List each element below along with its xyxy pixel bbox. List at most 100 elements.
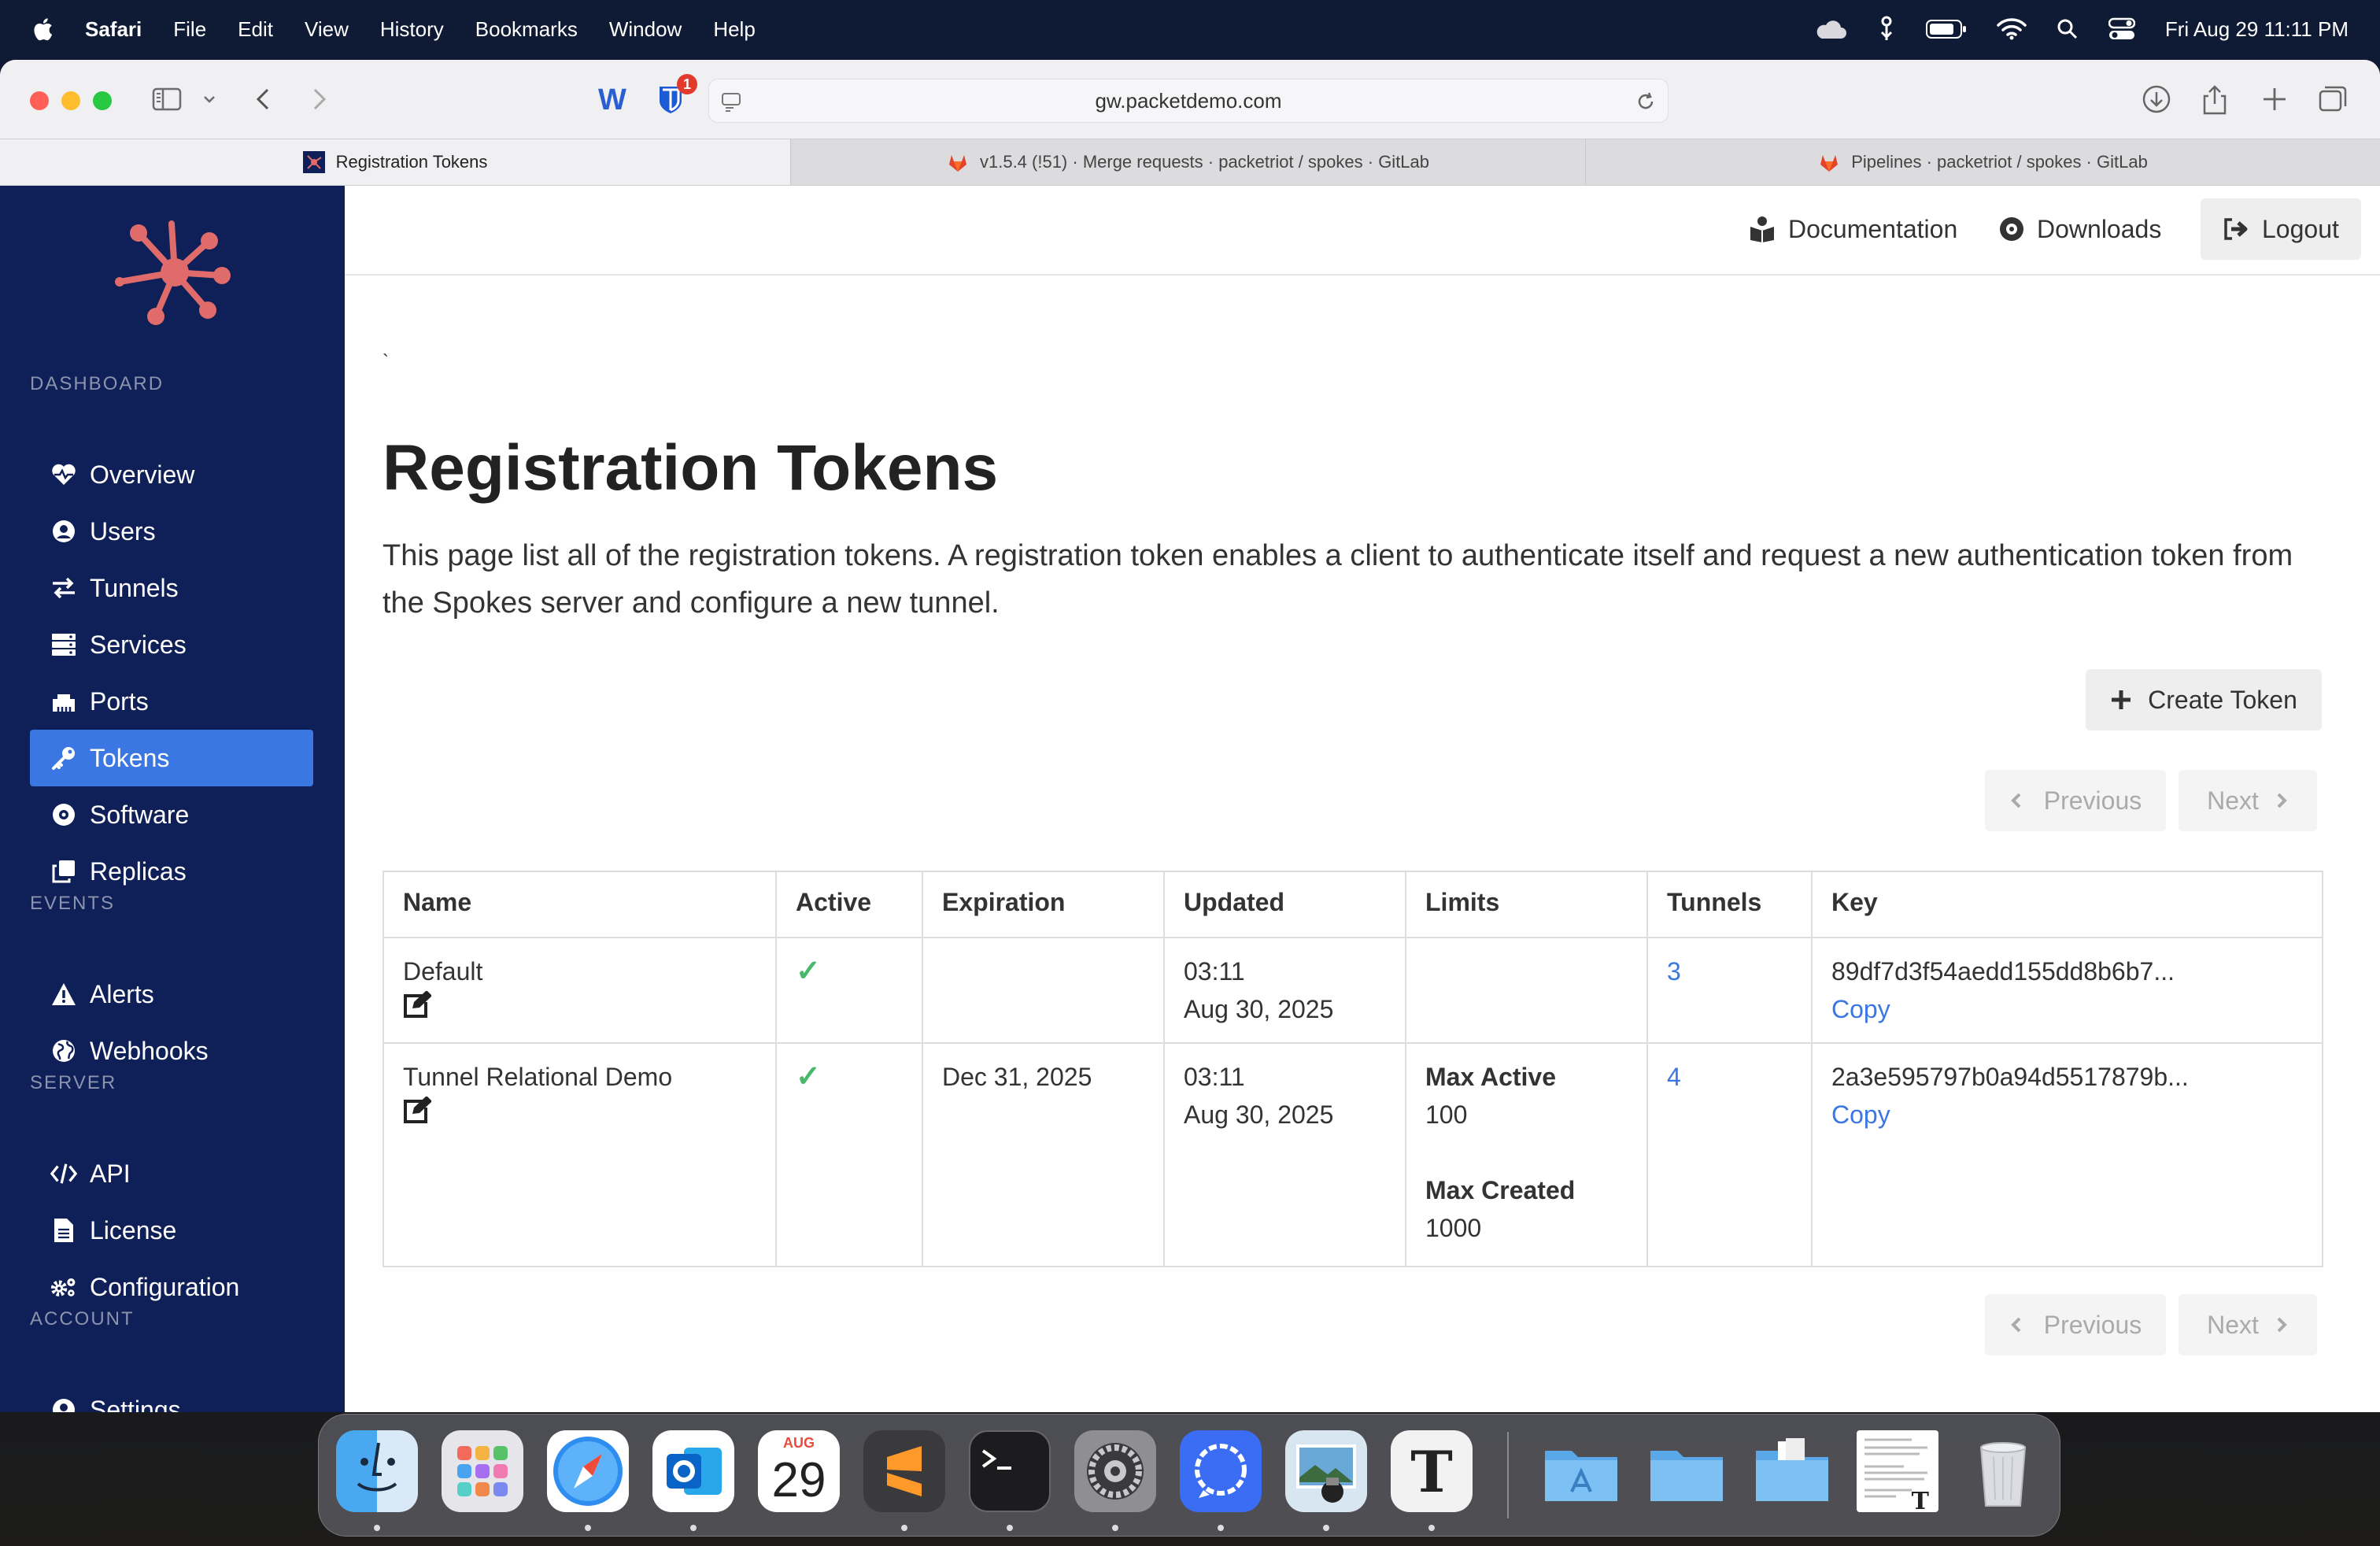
sidebar-item-webhooks[interactable]: Webhooks [30, 1023, 313, 1079]
token-name-cell: Default [382, 937, 777, 1044]
zoom-window-button[interactable] [93, 91, 112, 110]
control-center-icon[interactable] [2108, 17, 2135, 41]
previous-page-button-bottom[interactable]: Previous [1985, 1294, 2166, 1356]
sidebar-item-api[interactable]: API [30, 1145, 313, 1202]
search-icon[interactable] [2057, 18, 2079, 40]
applications-folder-icon[interactable] [1540, 1430, 1622, 1512]
menu-datetime[interactable]: Fri Aug 29 11:11 PM [2165, 17, 2349, 42]
chevron-right-icon [2277, 1317, 2287, 1333]
edit-icon[interactable] [403, 1096, 432, 1123]
limits-cell: Max Active 100 Max Created 1000 [1405, 1042, 1648, 1267]
extension-badge: 1 [677, 74, 697, 94]
menu-bookmarks[interactable]: Bookmarks [475, 17, 578, 42]
sublime-text-icon[interactable] [863, 1430, 945, 1512]
sidebar-item-overview[interactable]: Overview [30, 446, 313, 503]
edit-icon[interactable] [403, 990, 432, 1018]
battery-icon[interactable] [1925, 19, 1967, 39]
token-key: 2a3e595797b0a94d5517879b... [1831, 1063, 2189, 1091]
sidebar-item-alerts[interactable]: Alerts [30, 966, 313, 1023]
share-icon[interactable] [2201, 83, 2229, 115]
sidebar-item-replicas[interactable]: Replicas [30, 843, 313, 900]
sidebar-item-services[interactable]: Services [30, 616, 313, 673]
terminal-icon[interactable] [969, 1430, 1051, 1512]
system-settings-icon[interactable] [1074, 1430, 1156, 1512]
next-page-button-bottom[interactable]: Next [2179, 1294, 2317, 1356]
next-page-button-top[interactable]: Next [2179, 770, 2317, 831]
sidebar-item-software[interactable]: Software [30, 786, 313, 843]
typora-icon[interactable]: T [1391, 1430, 1473, 1512]
apple-icon[interactable] [30, 16, 54, 43]
menu-edit[interactable]: Edit [238, 17, 273, 42]
menu-view[interactable]: View [305, 17, 349, 42]
svg-text:W: W [598, 83, 626, 115]
new-tab-icon[interactable] [2259, 83, 2290, 115]
cloud-icon[interactable] [1813, 18, 1847, 40]
downloads-link[interactable]: Downloads [1999, 198, 2161, 260]
tab-merge-requests[interactable]: v1.5.4 (!51) · Merge requests · packetri… [790, 139, 1585, 185]
sidebar-item-configuration[interactable]: Configuration [30, 1259, 313, 1315]
minimize-window-button[interactable] [61, 91, 80, 110]
page-menu-icon[interactable] [720, 91, 742, 113]
running-indicator [1428, 1525, 1435, 1531]
address-bar[interactable]: gw.packetdemo.com [708, 79, 1669, 123]
top-navigation: Documentation Downloads Logout [345, 186, 2380, 276]
close-window-button[interactable] [30, 91, 49, 110]
folder-icon[interactable] [1646, 1430, 1728, 1512]
sidebar-item-tunnels[interactable]: Tunnels [30, 560, 313, 616]
sidebar-section-events: EVENTS [30, 893, 116, 914]
signal-icon[interactable] [1180, 1430, 1262, 1512]
tab-pipelines[interactable]: Pipelines · packetriot / spokes · GitLab [1585, 139, 2380, 185]
trash-icon[interactable] [1962, 1430, 2044, 1512]
active-cell: ✓ [775, 1042, 923, 1267]
chevron-down-icon[interactable] [201, 83, 217, 115]
page-description: This page list all of the registration t… [382, 539, 2293, 620]
copy-key-link[interactable]: Copy [1831, 990, 2303, 1028]
downloads-icon[interactable] [2141, 83, 2172, 115]
launchpad-icon[interactable] [442, 1430, 523, 1512]
word-extension-icon[interactable]: W [597, 83, 631, 115]
address-text[interactable]: gw.packetdemo.com [1095, 89, 1281, 113]
copy-key-link[interactable]: Copy [1831, 1096, 2303, 1134]
key-cell: 89df7d3f54aedd155dd8b6b7... Copy [1811, 937, 2323, 1044]
menu-file[interactable]: File [173, 17, 206, 42]
create-token-button[interactable]: Create Token [2086, 669, 2322, 730]
finder-icon[interactable] [336, 1430, 418, 1512]
back-icon[interactable] [252, 83, 275, 115]
menu-help[interactable]: Help [713, 17, 755, 42]
tab-registration-tokens[interactable]: Registration Tokens [0, 139, 790, 185]
preview-icon[interactable] [1285, 1430, 1367, 1512]
sidebar-toggle-icon[interactable] [151, 83, 183, 115]
outlook-icon[interactable] [652, 1430, 734, 1512]
calendar-icon[interactable]: AUG 29 [758, 1430, 840, 1512]
sidebar-item-license[interactable]: License [30, 1202, 313, 1259]
token-key: 89df7d3f54aedd155dd8b6b7... [1831, 957, 2175, 986]
menu-window[interactable]: Window [609, 17, 682, 42]
document-thumbnail-icon[interactable]: T [1857, 1430, 1938, 1515]
sidebar-item-users[interactable]: Users [30, 503, 313, 560]
tunnels-count-link[interactable]: 3 [1667, 957, 1681, 986]
menu-app-name[interactable]: Safari [85, 17, 142, 42]
spokes-logo-icon[interactable] [104, 217, 246, 327]
sidebar-item-label: Services [90, 630, 187, 659]
wifi-icon[interactable] [1997, 18, 2027, 40]
sidebar-section-server: SERVER [30, 1072, 117, 1093]
sidebar-item-ports[interactable]: Ports [30, 673, 313, 730]
tab-overview-icon[interactable] [2317, 83, 2349, 115]
updated-date: Aug 30, 2025 [1184, 1100, 1334, 1129]
documentation-label: Documentation [1788, 214, 1958, 243]
menu-history[interactable]: History [380, 17, 444, 42]
safari-icon[interactable] [547, 1430, 629, 1512]
previous-page-button-top[interactable]: Previous [1985, 770, 2166, 831]
logout-button[interactable]: Logout [2201, 198, 2361, 260]
forward-icon[interactable] [307, 83, 331, 115]
reload-icon[interactable] [1635, 91, 1657, 113]
rain-drop-icon[interactable] [1877, 15, 1896, 43]
documentation-link[interactable]: Documentation [1749, 198, 1957, 260]
tokens-table: Name Active Expiration Updated Limits Tu… [382, 871, 2323, 1267]
globe-icon [50, 1037, 77, 1064]
documents-folder-icon[interactable] [1751, 1430, 1833, 1512]
sidebar-item-settings[interactable]: Settings [30, 1381, 313, 1412]
tunnels-count-link[interactable]: 4 [1667, 1063, 1681, 1091]
sidebar-item-tokens[interactable]: Tokens [30, 730, 313, 786]
chevron-left-icon [2010, 793, 2021, 808]
